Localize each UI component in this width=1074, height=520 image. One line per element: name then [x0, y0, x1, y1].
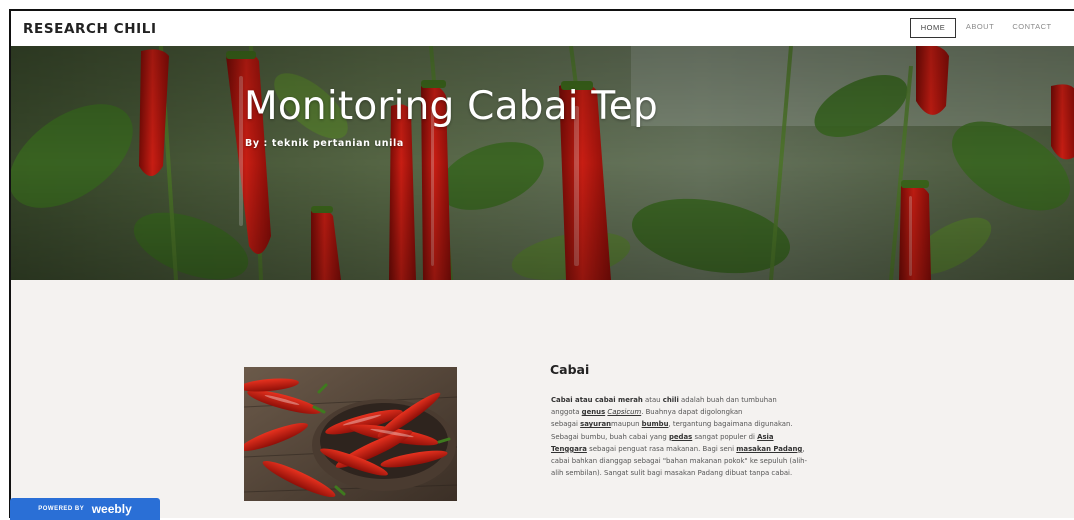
- paragraph-text: sebagai penguat rasa makanan. Bagi seni: [586, 444, 737, 453]
- paragraph-text: sangat populer di: [692, 432, 758, 441]
- wiki-link[interactable]: genus: [582, 408, 606, 416]
- content-paragraph: Cabai atau cabai merah atau chili adalah…: [551, 394, 851, 479]
- paragraph-line: anggota genus Capsicum. Buahnya dapat di…: [551, 406, 851, 418]
- wiki-link[interactable]: Tenggara: [551, 445, 587, 453]
- paragraph-text: ,: [802, 444, 805, 453]
- content-title: Cabai: [550, 362, 590, 377]
- paragraph-line: Cabai atau cabai merah atau chili adalah…: [551, 394, 851, 406]
- paragraph-line: cabai bahkan dianggap sebagai "bahan mak…: [551, 455, 851, 467]
- paragraph-text: maupun: [611, 420, 642, 429]
- paragraph-text: cabai bahkan dianggap sebagai "bahan mak…: [551, 457, 808, 466]
- site-brand[interactable]: RESEARCH CHILI: [23, 21, 157, 37]
- paragraph-text: Sebagai bumbu, buah cabai yang: [551, 432, 669, 441]
- site-header: RESEARCH CHILI HOME ABOUT CONTACT: [11, 11, 1074, 46]
- paragraph-text: alih sembilan). Sangat sulit bagi masaka…: [551, 469, 793, 478]
- paragraph-text: atau: [642, 396, 663, 404]
- page-frame: RESEARCH CHILI HOME ABOUT CONTACT Monito…: [9, 9, 1074, 518]
- paragraph-text: cabai merah: [594, 396, 643, 404]
- paragraph-line: alih sembilan). Sangat sulit bagi masaka…: [551, 467, 851, 479]
- paragraph-text: chili: [662, 396, 679, 404]
- paragraph-text: anggota: [551, 408, 582, 417]
- paragraph-line: Sebagai bumbu, buah cabai yang pedas san…: [551, 431, 851, 443]
- nav-home[interactable]: HOME: [910, 18, 956, 38]
- hero-subtitle: By : teknik pertanian unila: [245, 138, 404, 149]
- paragraph-text: . Buahnya dapat digolongkan: [641, 408, 743, 417]
- weebly-badge[interactable]: POWERED BY weebly: [10, 498, 160, 520]
- wiki-link[interactable]: pedas: [669, 433, 692, 441]
- wiki-link[interactable]: bumbu: [642, 420, 669, 428]
- paragraph-text: adalah buah dan tumbuhan: [678, 396, 777, 404]
- hero-banner: Monitoring Cabai Tep By : teknik pertani…: [11, 46, 1074, 280]
- wiki-link[interactable]: masakan Padang: [736, 445, 802, 453]
- badge-powered-label: POWERED BY: [38, 506, 85, 512]
- paragraph-text: Cabai atau: [551, 396, 595, 404]
- paragraph-line: sebagai sayuranmaupun bumbu, tergantung …: [551, 418, 851, 430]
- paragraph-text: sebagai: [551, 420, 581, 429]
- paragraph-text: , tergantung bagaimana digunakan.: [668, 420, 793, 429]
- hero-title: Monitoring Cabai Tep: [244, 84, 658, 129]
- nav-about[interactable]: ABOUT: [960, 18, 1000, 36]
- chili-photo: [244, 367, 457, 501]
- wiki-link[interactable]: Asia: [757, 433, 773, 441]
- paragraph-line: Tenggara sebagai penguat rasa makanan. B…: [551, 443, 851, 455]
- nav-contact[interactable]: CONTACT: [1008, 18, 1056, 36]
- wiki-link[interactable]: sayuran: [580, 420, 611, 428]
- hero-background-image: [11, 46, 1074, 280]
- chili-bowl-image: [244, 367, 457, 501]
- weebly-logo: weebly: [91, 502, 132, 516]
- wiki-link[interactable]: Capsicum: [607, 408, 641, 416]
